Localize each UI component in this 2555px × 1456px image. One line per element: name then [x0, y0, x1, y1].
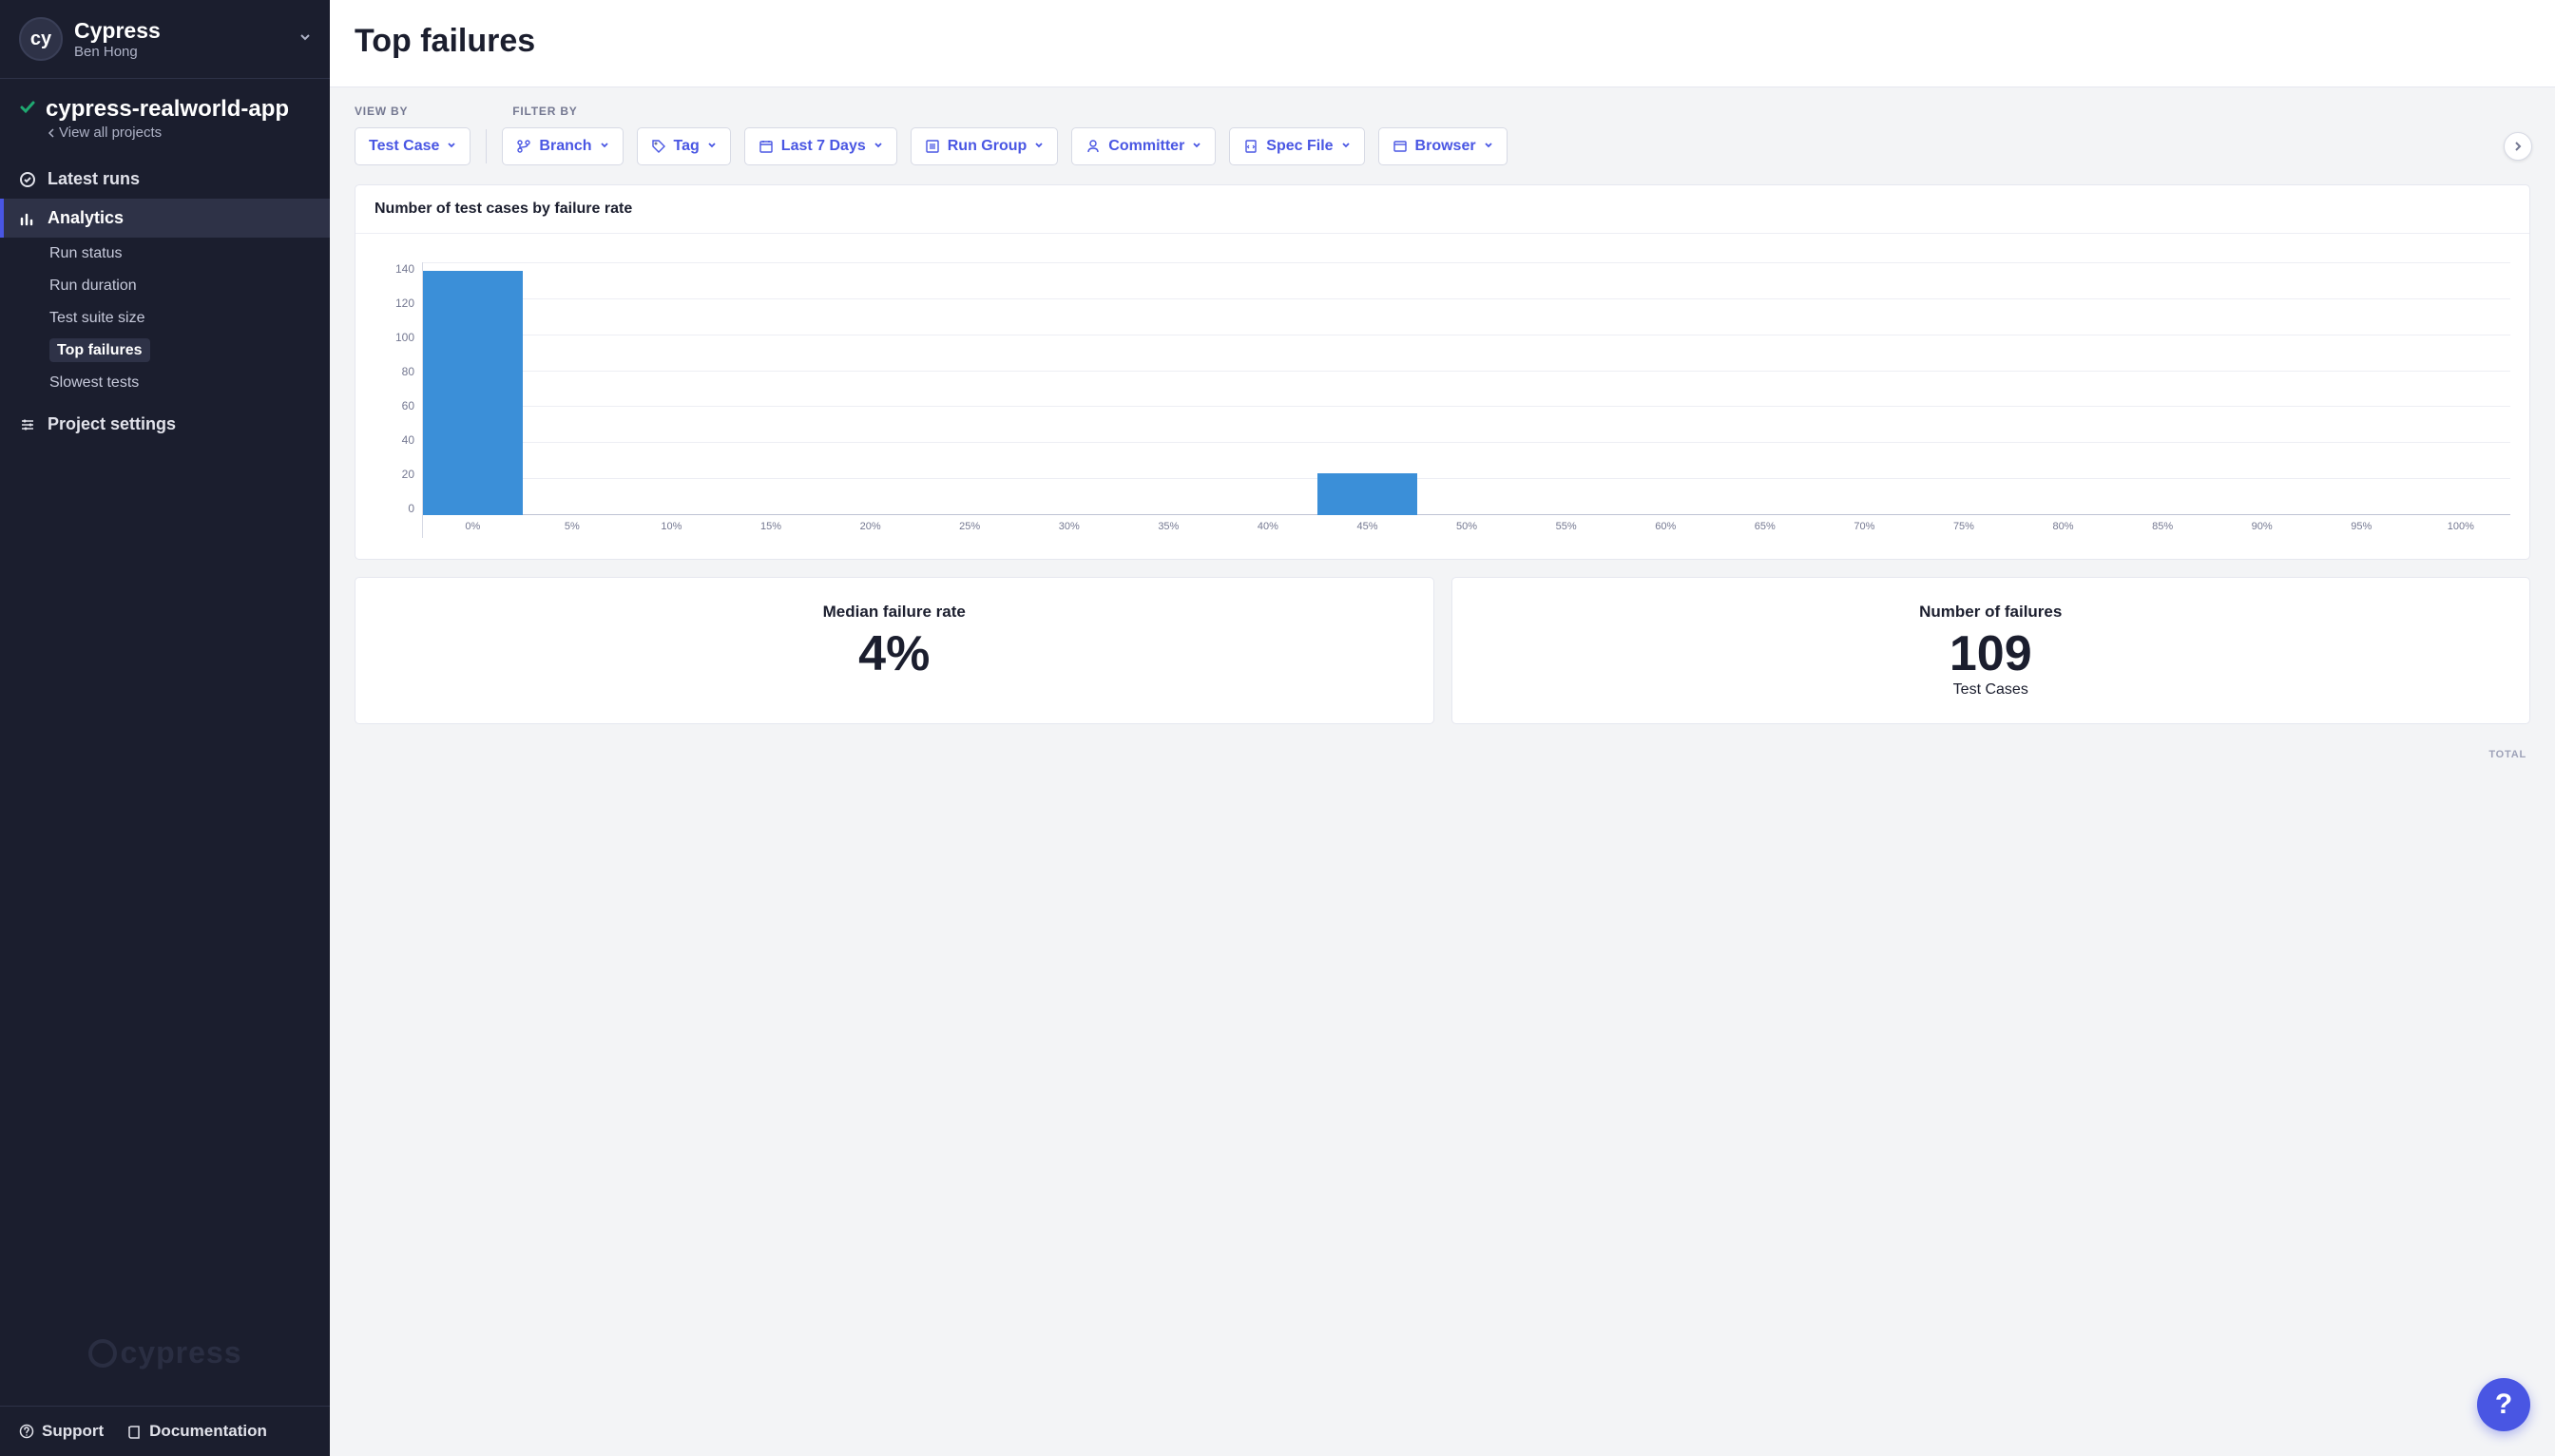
- chevron-down-icon: [1034, 138, 1044, 155]
- stat-median-failure-rate: Median failure rate 4%: [355, 577, 1434, 724]
- filter-tag[interactable]: Tag: [637, 127, 731, 165]
- brand-watermark: cypress: [88, 1335, 242, 1370]
- browser-icon: [1393, 139, 1408, 154]
- view-by-select[interactable]: Test Case: [355, 127, 471, 165]
- filter-committer[interactable]: Committer: [1071, 127, 1216, 165]
- check-icon: [19, 99, 36, 121]
- subnav-top-failures[interactable]: Top failures: [49, 335, 330, 367]
- failure-rate-histogram: 140120100806040200 0%5%10%15%20%25%30%35…: [375, 262, 2510, 538]
- org-name: Cypress: [74, 18, 288, 44]
- chart-panel-title: Number of test cases by failure rate: [355, 185, 2529, 234]
- org-user: Ben Hong: [74, 44, 288, 60]
- sliders-icon: [19, 416, 36, 433]
- chevron-down-icon: [447, 138, 456, 155]
- nav-project-settings[interactable]: Project settings: [0, 405, 330, 444]
- subnav-slowest-tests[interactable]: Slowest tests: [49, 367, 330, 399]
- chart-panel: Number of test cases by failure rate 140…: [355, 184, 2530, 560]
- chevron-down-icon: [707, 138, 717, 155]
- chevron-down-icon: [1341, 138, 1351, 155]
- filter-by-heading: FILTER BY: [512, 105, 577, 118]
- org-switcher[interactable]: cy Cypress Ben Hong: [0, 0, 330, 78]
- chevron-right-icon: [2512, 141, 2524, 152]
- view-by-heading: VIEW BY: [355, 105, 408, 118]
- stat-number-of-failures: Number of failures 109 Test Cases: [1451, 577, 2531, 724]
- filter-date[interactable]: Last 7 Days: [744, 127, 897, 165]
- file-code-icon: [1243, 139, 1258, 154]
- chevron-down-icon: [1192, 138, 1201, 155]
- subnav-test-suite-size[interactable]: Test suite size: [49, 302, 330, 335]
- book-icon: [126, 1424, 142, 1439]
- filter-branch[interactable]: Branch: [502, 127, 623, 165]
- subnav-run-status[interactable]: Run status: [49, 238, 330, 270]
- view-all-projects-link[interactable]: View all projects: [48, 125, 311, 141]
- help-circle-icon: [19, 1424, 34, 1439]
- main-content: Top failures VIEW BY FILTER BY Test Case: [330, 0, 2555, 1456]
- org-avatar: cy: [19, 17, 63, 61]
- caret-left-icon: [48, 128, 55, 138]
- sidebar: cy Cypress Ben Hong cypress-realworld-ap…: [0, 0, 330, 1456]
- list-icon: [925, 139, 940, 154]
- help-fab[interactable]: ?: [2477, 1378, 2530, 1431]
- scroll-right-button[interactable]: [2504, 132, 2532, 161]
- filter-browser[interactable]: Browser: [1378, 127, 1508, 165]
- chevron-down-icon: [1484, 138, 1493, 155]
- project-selector[interactable]: cypress-realworld-app: [19, 96, 311, 123]
- nav-analytics[interactable]: Analytics: [0, 199, 330, 238]
- filter-spec-file[interactable]: Spec File: [1229, 127, 1364, 165]
- nav-latest-runs[interactable]: Latest runs: [0, 160, 330, 199]
- filter-run-group[interactable]: Run Group: [911, 127, 1059, 165]
- page-title: Top failures: [355, 23, 2530, 60]
- chevron-down-icon: [600, 138, 609, 155]
- subnav-run-duration[interactable]: Run duration: [49, 270, 330, 302]
- chevron-down-icon: [874, 138, 883, 155]
- check-circle-icon: [19, 171, 36, 188]
- tag-icon: [651, 139, 666, 154]
- caret-down-icon: [299, 30, 311, 48]
- git-branch-icon: [516, 139, 531, 154]
- bar-chart-icon: [19, 210, 36, 227]
- project-name: cypress-realworld-app: [46, 96, 289, 123]
- support-link[interactable]: Support: [19, 1422, 104, 1441]
- user-icon: [1085, 139, 1101, 154]
- documentation-link[interactable]: Documentation: [126, 1422, 267, 1441]
- calendar-icon: [759, 139, 774, 154]
- total-column-header: TOTAL: [330, 749, 2555, 770]
